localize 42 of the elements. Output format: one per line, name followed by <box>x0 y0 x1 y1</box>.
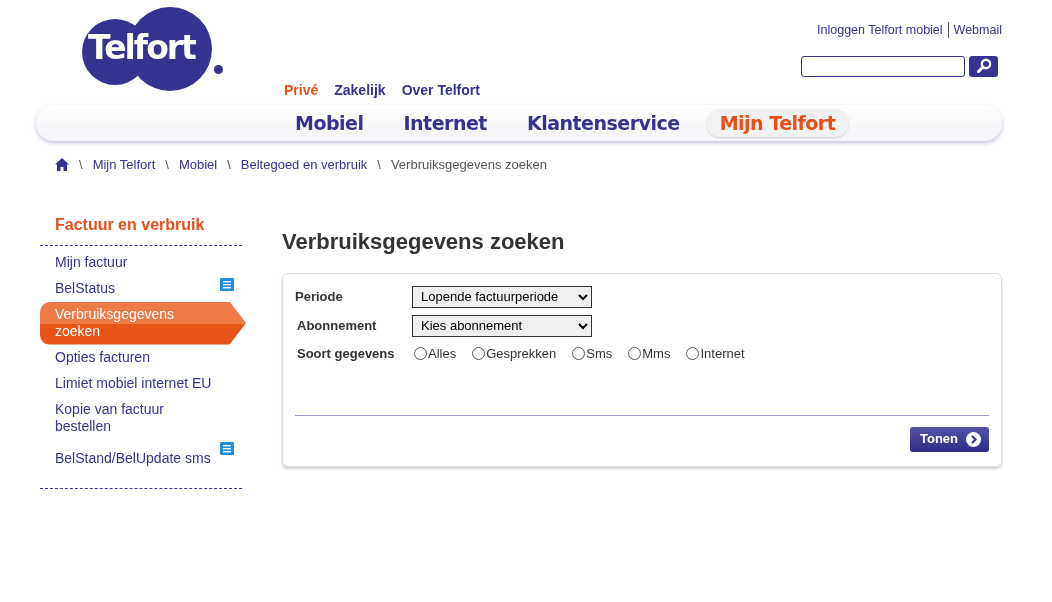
home-icon[interactable] <box>55 158 69 172</box>
main-nav-tab[interactable]: Klantenservice <box>512 109 694 137</box>
select-field[interactable]: Kies abonnement <box>412 314 592 337</box>
show-button[interactable]: Tonen <box>909 427 989 452</box>
breadcrumb-separator: \ <box>165 156 169 174</box>
breadcrumb-separator: \ <box>79 156 83 174</box>
radio-option[interactable]: Internet <box>686 343 745 364</box>
radio-option[interactable]: Alles <box>414 343 457 364</box>
top-link[interactable]: Webmail <box>953 21 1002 40</box>
select-field[interactable]: Lopende factuurperiode <box>412 285 592 308</box>
main-nav-tab[interactable]: Mobiel <box>281 109 378 137</box>
breadcrumb-separator: \ <box>227 156 231 174</box>
sidebar-item[interactable]: Mijn factuur <box>40 249 242 276</box>
sidebar-title: Factuur en verbruik <box>40 212 242 246</box>
field-label: Soort gegevens <box>297 344 396 363</box>
radio-option[interactable]: Gesprekken <box>472 343 557 364</box>
field-label: Abonnement <box>297 317 378 336</box>
list-icon[interactable] <box>220 441 234 455</box>
search-button[interactable] <box>969 55 998 77</box>
chevron-circle-icon <box>966 431 981 447</box>
breadcrumb-link[interactable]: Mijn Telfort <box>92 155 156 175</box>
breadcrumb-link[interactable]: Beltegoed en verbruik <box>240 155 368 175</box>
segment-tab[interactable]: Zakelijk <box>334 80 386 101</box>
breadcrumb-link[interactable]: Mobiel <box>178 155 218 175</box>
field-label: Periode <box>295 288 344 307</box>
sidebar-item[interactable]: Kopie van factuur bestellen <box>40 396 242 440</box>
sidebar-item[interactable]: Limiet mobiel internet EU <box>40 370 242 397</box>
page-heading: Verbruiksgegevens zoeken <box>282 228 566 255</box>
sidebar-item[interactable]: BelStatus <box>40 275 242 302</box>
list-icon[interactable] <box>220 277 234 291</box>
radio-option[interactable]: Mms <box>628 343 671 364</box>
top-link[interactable]: Inloggen Telfort mobiel <box>817 21 943 40</box>
segment-tab[interactable]: Over Telfort <box>401 80 480 101</box>
segment-tab[interactable]: Privé <box>284 80 319 101</box>
breadcrumb-separator: \ <box>377 156 381 174</box>
sidebar-item[interactable]: Opties facturen <box>40 344 242 371</box>
sidebar-item[interactable]: Verbruiksgegevens zoeken <box>40 301 246 345</box>
main-nav-tab[interactable]: Internet <box>389 109 501 137</box>
search-field[interactable] <box>801 55 965 77</box>
radio-option[interactable]: Sms <box>572 343 613 364</box>
sidebar-item[interactable]: BelStand/BelUpdate sms <box>40 439 242 472</box>
search-icon <box>975 58 992 75</box>
